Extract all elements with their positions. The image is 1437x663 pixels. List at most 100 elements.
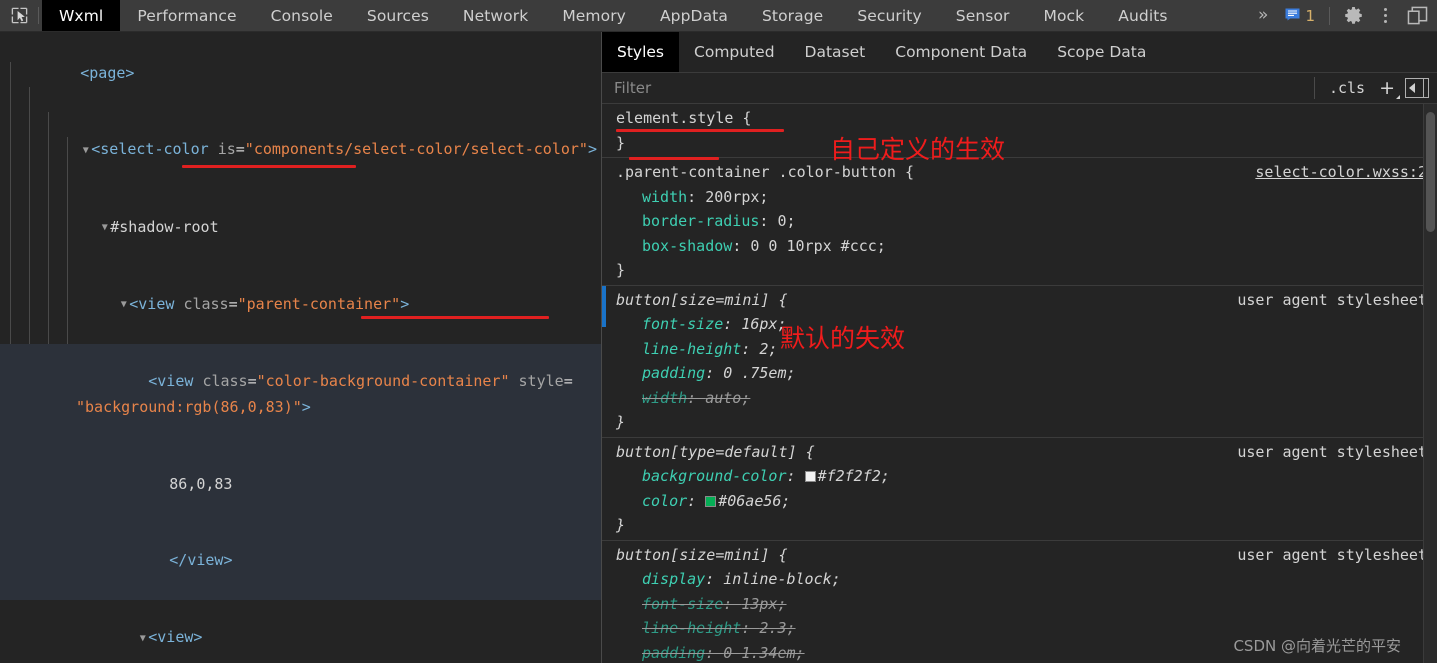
toolbar-right-controls: » 1 (1248, 0, 1437, 31)
tab-memory[interactable]: Memory (545, 0, 643, 31)
declaration[interactable]: padding: 0 .75em; (616, 361, 1437, 386)
attr-value: "components/select-color/select-color" (244, 140, 588, 159)
property-name: width (642, 388, 688, 407)
dom-text: < (91, 140, 101, 159)
declaration[interactable]: width: 200rpx; (616, 185, 1437, 210)
declaration-overridden[interactable]: line-height: 2.3; (616, 616, 1437, 641)
declaration-overridden[interactable]: padding: 0 1.34em; (616, 641, 1437, 663)
tab-audits[interactable]: Audits (1101, 0, 1184, 31)
tab-scope-data[interactable]: Scope Data (1042, 32, 1161, 72)
dom-text: < (80, 63, 90, 82)
toggle-class-button[interactable]: .cls (1321, 79, 1373, 97)
expand-arrow-icon[interactable] (80, 138, 91, 164)
styles-rules-list[interactable]: element.style { } .parent-container .col… (602, 104, 1437, 663)
style-rule-parent-container-color-button[interactable]: .parent-container .color-button { select… (602, 158, 1437, 286)
dock-panel-icon[interactable] (1401, 0, 1433, 32)
devtools-toolbar: Wxml Performance Console Sources Network… (0, 0, 1437, 32)
attr-value: "background:rgb(86,0,83)" (76, 397, 302, 416)
tab-styles[interactable]: Styles (602, 32, 680, 72)
scrollbar-thumb[interactable] (1426, 112, 1435, 232)
declaration[interactable]: background-color: #f2f2f2; (616, 464, 1437, 489)
color-swatch[interactable] (804, 471, 816, 482)
tab-storage[interactable]: Storage (745, 0, 840, 31)
tab-console[interactable]: Console (254, 0, 350, 31)
property-name: line-height (642, 619, 742, 637)
property-value: 2.3; (759, 619, 796, 637)
rule-close-brace: } (616, 516, 626, 534)
annotation-underline-selector (616, 129, 784, 132)
style-rule-button-size-mini-a[interactable]: button[size=mini] { user agent styleshee… (602, 285, 1437, 438)
dom-line-color-background-container[interactable]: <view class="color-background-container"… (0, 343, 601, 446)
tab-appdata[interactable]: AppData (643, 0, 745, 31)
expand-arrow-icon[interactable] (99, 215, 110, 241)
devtools-window: Wxml Performance Console Sources Network… (0, 0, 1437, 663)
inspect-element-icon[interactable] (0, 0, 38, 31)
tab-wxml[interactable]: Wxml (42, 0, 121, 31)
tab-security[interactable]: Security (840, 0, 938, 31)
expand-arrow-icon[interactable] (118, 292, 129, 318)
kebab-menu-icon[interactable] (1369, 0, 1401, 32)
property-name: color (642, 491, 688, 510)
dom-text: > (125, 63, 135, 82)
wxml-dom-tree[interactable]: <page> <select-color is="components/sele… (0, 32, 601, 663)
styles-filter-input[interactable] (612, 75, 1308, 101)
gear-icon[interactable] (1337, 0, 1369, 32)
rule-source-label: user agent stylesheet (1237, 442, 1427, 461)
tab-sources[interactable]: Sources (350, 0, 446, 31)
declaration[interactable]: color: #06ae56; (616, 489, 1437, 514)
tab-dataset[interactable]: Dataset (790, 32, 881, 72)
expand-arrow-icon[interactable] (137, 626, 148, 652)
tab-component-data[interactable]: Component Data (880, 32, 1042, 72)
tab-performance[interactable]: Performance (120, 0, 253, 31)
dom-line-rgb-textnode[interactable]: 86,0,83 (0, 446, 601, 523)
declaration[interactable]: font-size: 16px; (616, 312, 1437, 337)
collapse-triangle-icon (1409, 83, 1415, 93)
style-rule-button-type-default[interactable]: button[type=default] { user agent styles… (602, 438, 1437, 541)
collapse-panel-icon[interactable] (1405, 78, 1429, 98)
color-swatch[interactable] (705, 495, 717, 507)
rule-source-link[interactable]: select-color.wxss:2 (1255, 160, 1427, 185)
dom-line-color-background-close[interactable]: </view> (0, 522, 601, 600)
tab-network[interactable]: Network (446, 0, 545, 31)
declaration-overridden[interactable]: width: auto; (616, 386, 1437, 411)
rule-source-label: user agent stylesheet (1237, 545, 1427, 564)
more-tabs-icon[interactable]: » (1248, 7, 1278, 24)
new-style-rule-button[interactable]: + (1373, 78, 1401, 99)
tab-computed[interactable]: Computed (679, 32, 790, 72)
message-count-label: 1 (1305, 6, 1315, 25)
dom-text: > (193, 628, 203, 647)
property-value: #f2f2f2; (817, 467, 890, 485)
declaration[interactable]: line-height: 2; (616, 337, 1437, 362)
dom-line-parent-container[interactable]: <view class="parent-container"> (0, 266, 601, 343)
tag-name: view (157, 628, 194, 647)
dom-line-shadow-root[interactable]: #shadow-root (0, 189, 601, 266)
styles-tabbar: Styles Computed Dataset Component Data S… (602, 32, 1437, 73)
declaration[interactable]: box-shadow: 0 0 10rpx #ccc; (616, 234, 1437, 259)
message-count-badge[interactable]: 1 (1278, 6, 1322, 25)
tab-mock[interactable]: Mock (1027, 0, 1102, 31)
property-name: box-shadow (642, 236, 733, 255)
rule-selector: element.style { (616, 109, 752, 127)
tab-sensor[interactable]: Sensor (939, 0, 1027, 31)
property-name: display (642, 570, 706, 588)
style-rule-button-size-mini-b[interactable]: button[size=mini] { user agent styleshee… (602, 541, 1437, 663)
declaration-overridden[interactable]: font-size: 13px; (616, 592, 1437, 617)
styles-scrollbar[interactable] (1423, 104, 1437, 663)
declaration[interactable]: display: inline-block; (616, 567, 1437, 592)
dom-text: < (148, 628, 158, 647)
attr-name: class (202, 372, 248, 391)
dom-text: = (228, 294, 238, 313)
toolbar-separator (1329, 6, 1330, 25)
dropdown-corner-icon (1396, 94, 1400, 99)
property-value: : (741, 339, 760, 358)
dom-text: > (587, 140, 597, 159)
declaration[interactable]: border-radius: 0; (616, 209, 1437, 234)
toolbar-divider (38, 7, 39, 24)
tag-name: page (89, 63, 126, 82)
property-name: width (642, 187, 688, 206)
property-value: : (687, 388, 706, 407)
dom-line-select-color-open[interactable]: <select-color is="components/select-colo… (0, 112, 601, 189)
property-value: inline-block; (723, 570, 841, 588)
dom-line-page[interactable]: <page> (0, 35, 601, 112)
dom-line-button-wrapper-open[interactable]: <view> (0, 600, 601, 663)
